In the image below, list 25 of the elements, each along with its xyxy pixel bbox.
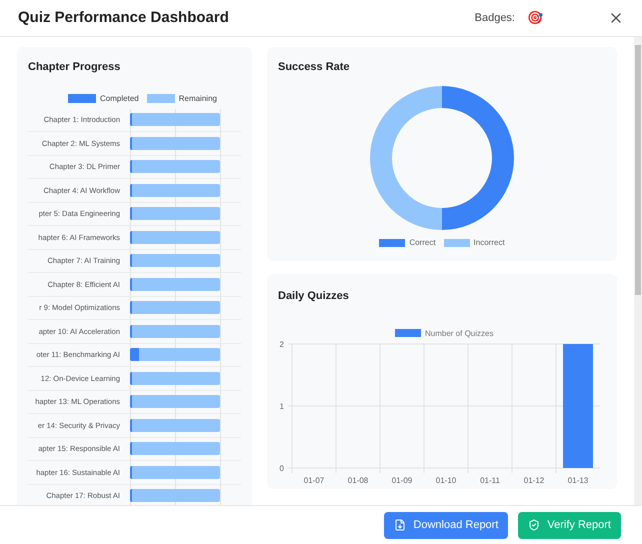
- target-emoji: 🎯: [527, 9, 543, 28]
- x-tick-label: 01-10: [436, 476, 456, 484]
- y-tick-label: 0: [280, 464, 284, 472]
- x-tick-label: 01-12: [524, 476, 544, 484]
- file-download-icon: [394, 519, 406, 531]
- card-title: Success Rate: [278, 60, 351, 75]
- legend-label: Remaining: [178, 92, 217, 104]
- legend-label: Correct: [409, 236, 436, 248]
- legend-label: Number of Quizzes: [425, 328, 494, 338]
- x-tick-label: 01-11: [480, 476, 500, 484]
- legend-label: Completed: [100, 92, 139, 104]
- badges-label: Badges:: [474, 10, 515, 26]
- shield-check-icon: [528, 519, 540, 531]
- y-tick-label: 1: [280, 402, 284, 410]
- x-tick-label: 01-13: [568, 476, 588, 484]
- legend-label: Incorrect: [474, 236, 505, 248]
- download-report-button[interactable]: Download Report: [384, 512, 508, 538]
- card-title: Daily Quizzes: [278, 289, 350, 304]
- x-tick-label: 01-08: [348, 476, 368, 484]
- x-tick-label: 01-09: [392, 476, 412, 484]
- x-tick-label: 01-07: [304, 476, 324, 484]
- verify-report-button[interactable]: Verify Report: [518, 512, 621, 538]
- window-title: Quiz Performance Dashboard: [18, 8, 230, 28]
- y-tick-label: 2: [280, 340, 284, 348]
- card-title: Chapter Progress: [28, 60, 122, 75]
